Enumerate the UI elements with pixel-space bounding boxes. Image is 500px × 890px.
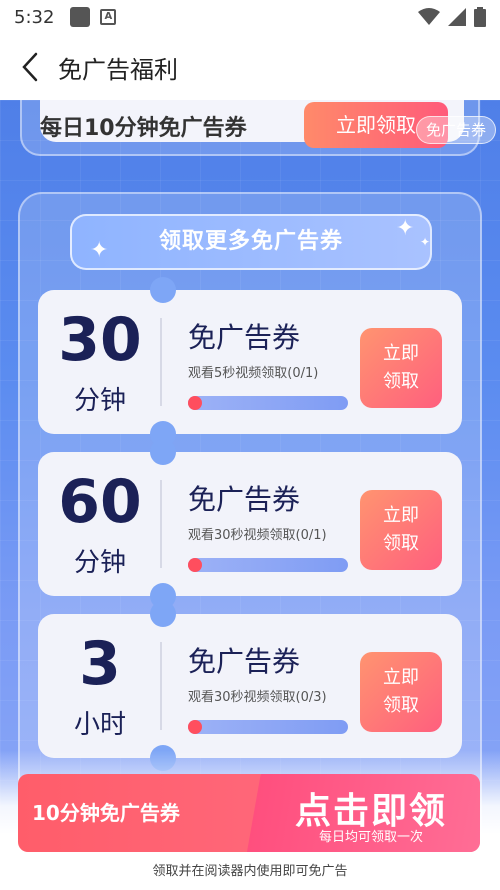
status-bar: 5:32 A — [0, 0, 500, 34]
coupon-title: 免广告券 — [188, 645, 301, 678]
ticket-notch — [150, 277, 176, 303]
wifi-icon — [418, 8, 440, 25]
coupon-progress-bar — [188, 558, 348, 572]
bottom-claim-banner[interactable]: 10分钟免广告券 点击即领 每日均可领取一次 — [18, 774, 480, 852]
coupon-progress-bar — [188, 720, 348, 734]
coupon-unit: 分钟 — [73, 386, 126, 416]
claim-label: 领取 — [383, 695, 419, 716]
battery-icon — [474, 7, 486, 27]
claim-label: 立即 — [383, 667, 419, 688]
ticket-notch — [150, 439, 176, 465]
coupon-divider — [160, 318, 162, 406]
coupon-unit: 小时 — [73, 710, 126, 740]
footnote: 领取并在阅读器内使用即可免广告 — [152, 864, 348, 879]
page-title: 免广告福利 — [58, 55, 178, 84]
ticket-notch — [150, 601, 176, 627]
coupon-amount: 30 — [58, 305, 142, 375]
status-time: 5:32 — [14, 6, 55, 28]
content-area[interactable]: 每日10分钟免广告券 立即领取 免广告券 领取更多免广告券 ✦ ✦ ✦ 30 分… — [0, 100, 500, 890]
sparkle-icon: ✦ — [90, 238, 109, 263]
nav-bar: 免广告福利 — [0, 34, 500, 100]
coupon-title: 免广告券 — [188, 483, 301, 516]
claim-label: 立即 — [383, 343, 419, 364]
banner-cta-subtext: 每日均可领取一次 — [318, 830, 423, 845]
coupon-unit: 分钟 — [73, 548, 126, 578]
coupon-desc: 观看5秒视频领取(0/1) — [188, 366, 319, 381]
progress-fill — [188, 720, 202, 734]
coupon-divider — [160, 480, 162, 568]
sparkle-icon: ✦ — [420, 235, 431, 249]
coupon-badge: 免广告券 — [416, 116, 496, 144]
claim-button[interactable]: 立即 领取 — [360, 328, 442, 408]
coupon-divider — [160, 642, 162, 730]
status-icons — [418, 7, 486, 27]
coupon-amount: 60 — [58, 467, 142, 537]
claim-button[interactable]: 立即 领取 — [360, 652, 442, 732]
banner-coupon-text: 10分钟免广告券 — [32, 801, 180, 825]
coupon-title: 免广告券 — [188, 321, 301, 354]
claim-label: 领取 — [383, 533, 419, 554]
chevron-left-icon — [22, 52, 38, 82]
coupon-card-3hour: 3 小时 免广告券 观看30秒视频领取(0/3) 立即 领取 — [38, 601, 462, 771]
coupon-amount: 3 — [79, 629, 121, 699]
coupon-desc: 观看30秒视频领取(0/3) — [188, 690, 327, 705]
signal-icon — [448, 8, 466, 26]
daily-coupon-text: 每日10分钟免广告券 — [40, 116, 247, 141]
daily-coupon-card: 每日10分钟免广告券 立即领取 — [20, 100, 480, 156]
notification-a-icon: A — [100, 9, 117, 25]
coupon-card-30min: 30 分钟 免广告券 观看5秒视频领取(0/1) 立即 领取 — [38, 277, 462, 447]
claim-label: 领取 — [383, 371, 419, 392]
coupon-desc: 观看30秒视频领取(0/1) — [188, 528, 327, 543]
coupon-progress-bar — [188, 396, 348, 410]
section-header: 领取更多免广告券 — [70, 214, 432, 270]
claim-label: 立即 — [383, 505, 419, 526]
coupon-card-60min: 60 分钟 免广告券 观看30秒视频领取(0/1) 立即 领取 — [38, 439, 462, 609]
back-button[interactable] — [0, 34, 60, 100]
sparkle-icon: ✦ — [396, 216, 415, 241]
notification-square-icon — [70, 7, 91, 27]
progress-fill — [188, 396, 202, 410]
progress-fill — [188, 558, 202, 572]
claim-button[interactable]: 立即 领取 — [360, 490, 442, 570]
